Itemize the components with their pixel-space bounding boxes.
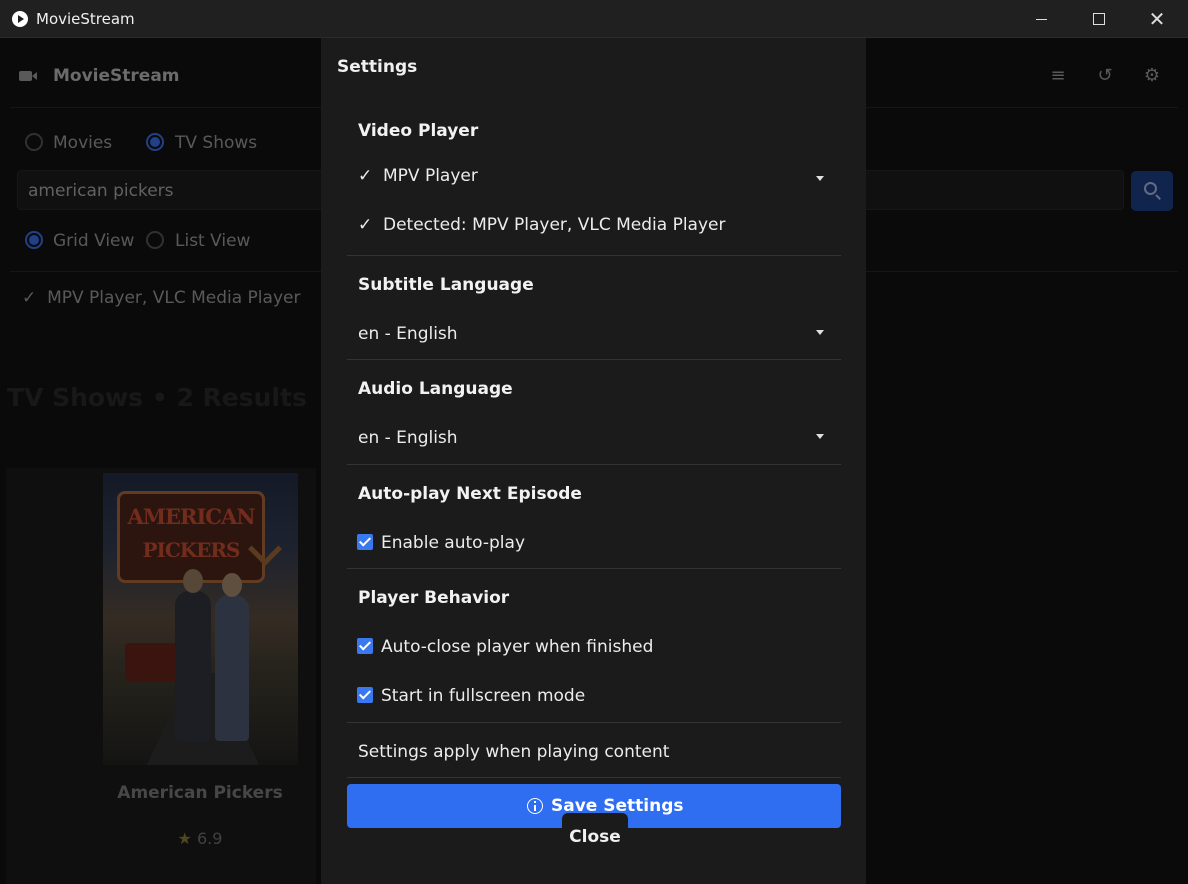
section-divider xyxy=(347,722,841,723)
fullscreen-label: Start in fullscreen mode xyxy=(381,686,586,706)
window-title: MovieStream xyxy=(36,10,135,28)
settings-dialog: Settings Video Player ✓ MPV Player ✓ Detec… xyxy=(321,38,866,884)
app-logo-icon xyxy=(12,11,28,27)
settings-note: Settings apply when playing content xyxy=(358,742,670,762)
section-divider xyxy=(347,464,841,465)
video-player-heading: Video Player xyxy=(358,121,479,141)
minimize-button[interactable] xyxy=(1012,0,1070,38)
video-player-select[interactable]: ✓ MPV Player xyxy=(358,166,838,186)
maximize-button[interactable] xyxy=(1070,0,1128,38)
dialog-title: Settings xyxy=(337,57,418,77)
section-divider xyxy=(347,255,841,256)
chevron-down-icon xyxy=(816,176,824,181)
section-divider xyxy=(347,777,841,778)
check-icon: ✓ xyxy=(358,166,373,186)
detected-players-row: ✓ Detected: MPV Player, VLC Media Player xyxy=(358,215,725,235)
close-window-button[interactable]: ✕ xyxy=(1128,0,1186,38)
chevron-down-icon xyxy=(816,434,824,439)
section-divider xyxy=(347,359,841,360)
autoplay-checkbox[interactable] xyxy=(357,534,373,550)
video-player-selected: MPV Player xyxy=(383,166,478,186)
close-dialog-button[interactable]: Close xyxy=(562,813,628,853)
close-dialog-label: Close xyxy=(569,827,621,847)
player-behavior-heading: Player Behavior xyxy=(358,588,510,608)
subtitle-language-select[interactable]: en - English xyxy=(358,324,838,344)
close-icon: ✕ xyxy=(1148,7,1166,31)
window-titlebar: MovieStream ✕ xyxy=(0,0,1188,38)
autoplay-heading: Auto-play Next Episode xyxy=(358,484,582,504)
audio-language-heading: Audio Language xyxy=(358,379,513,399)
auto-close-checkbox[interactable] xyxy=(357,638,373,654)
chevron-down-icon xyxy=(816,330,824,335)
detected-players-label: Detected: MPV Player, VLC Media Player xyxy=(383,215,726,235)
info-icon xyxy=(527,798,543,814)
audio-language-select[interactable]: en - English xyxy=(358,428,838,448)
subtitle-language-heading: Subtitle Language xyxy=(358,275,534,295)
fullscreen-checkbox[interactable] xyxy=(357,687,373,703)
autoplay-label: Enable auto-play xyxy=(381,533,526,553)
auto-close-label: Auto-close player when finished xyxy=(381,637,654,657)
section-divider xyxy=(347,568,841,569)
check-icon: ✓ xyxy=(358,215,373,235)
